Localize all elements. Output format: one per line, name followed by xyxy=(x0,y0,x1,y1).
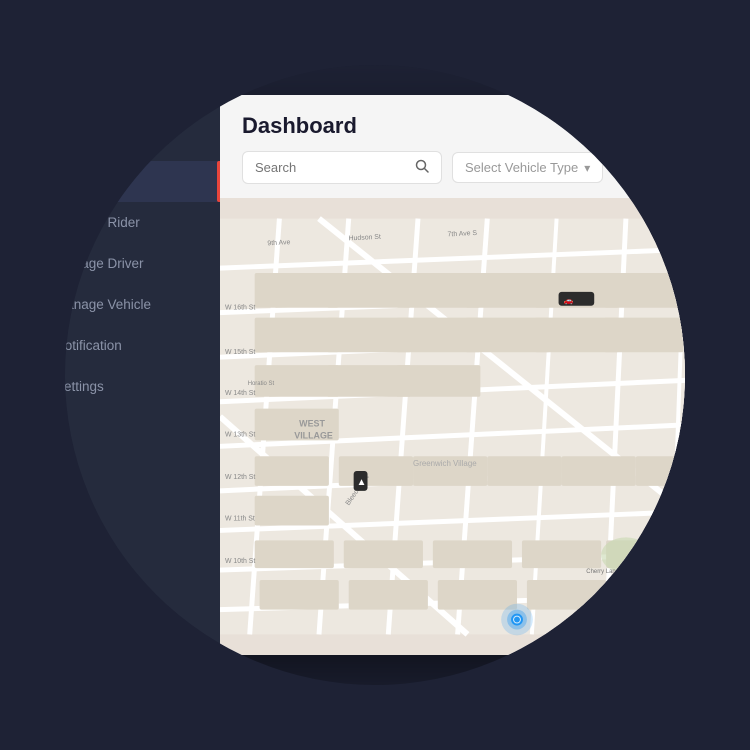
svg-text:W 12th St: W 12th St xyxy=(225,474,255,481)
main-content: Dashboard Select Vehicle Type ▾ xyxy=(220,95,685,655)
logo-text: QAAR xyxy=(85,118,142,139)
vehicle-type-select[interactable]: Select Vehicle Type ▾ xyxy=(452,152,603,183)
sidebar: Q QAAR Dashboard Manage Rider Manage Dri… xyxy=(65,95,220,655)
svg-text:W 14th St: W 14th St xyxy=(225,390,255,397)
sidebar-item-manage-rider[interactable]: Manage Rider xyxy=(65,202,220,243)
map-svg: 9th Ave Hudson St 7th Ave S W 16th St W … xyxy=(220,198,685,655)
sidebar-item-manage-driver[interactable]: Manage Driver xyxy=(65,243,220,284)
svg-text:VILLAGE: VILLAGE xyxy=(294,430,333,440)
sidebar-item-dashboard[interactable]: Dashboard xyxy=(65,161,220,202)
svg-text:W 16th St: W 16th St xyxy=(225,305,255,312)
svg-text:W 15th St: W 15th St xyxy=(225,349,255,356)
search-input[interactable] xyxy=(255,160,407,175)
search-icon xyxy=(415,159,429,176)
svg-text:New York Univer...: New York Univer... xyxy=(616,606,665,612)
chevron-down-icon: ▾ xyxy=(584,161,590,175)
svg-text:Q: Q xyxy=(65,120,70,136)
vehicle-select-label: Select Vehicle Type xyxy=(465,160,578,175)
svg-text:W 10th St: W 10th St xyxy=(225,558,255,565)
svg-text:🚗: 🚗 xyxy=(564,296,574,305)
main-header: Dashboard Select Vehicle Type ▾ xyxy=(220,95,685,198)
sidebar-item-notification[interactable]: Notification xyxy=(65,325,220,366)
page-title: Dashboard xyxy=(242,113,685,139)
svg-text:Cherry Lane Theatre: Cherry Lane Theatre xyxy=(586,569,641,575)
sidebar-item-manage-vehicle[interactable]: Manage Vehicle xyxy=(65,284,220,325)
app-container: Q QAAR Dashboard Manage Rider Manage Dri… xyxy=(65,95,685,655)
svg-text:9th Ave: 9th Ave xyxy=(267,239,290,247)
svg-text:Horatio St: Horatio St xyxy=(248,381,275,387)
svg-text:WEST: WEST xyxy=(299,419,325,429)
svg-text:W 13th St: W 13th St xyxy=(225,431,255,438)
svg-text:▲: ▲ xyxy=(357,477,367,488)
map-area: 9th Ave Hudson St 7th Ave S W 16th St W … xyxy=(220,198,685,655)
sidebar-logo: Q QAAR xyxy=(65,95,220,157)
sidebar-nav: Dashboard Manage Rider Manage Driver Man… xyxy=(65,157,220,407)
circle-mask: Q QAAR Dashboard Manage Rider Manage Dri… xyxy=(65,65,685,685)
svg-text:Greenwich Village: Greenwich Village xyxy=(413,459,477,468)
sidebar-item-settings[interactable]: Settings xyxy=(65,366,220,407)
svg-text:W 11th St: W 11th St xyxy=(225,516,255,523)
search-box[interactable] xyxy=(242,151,442,184)
logo-icon: Q xyxy=(65,117,77,139)
header-controls: Select Vehicle Type ▾ xyxy=(242,151,685,184)
